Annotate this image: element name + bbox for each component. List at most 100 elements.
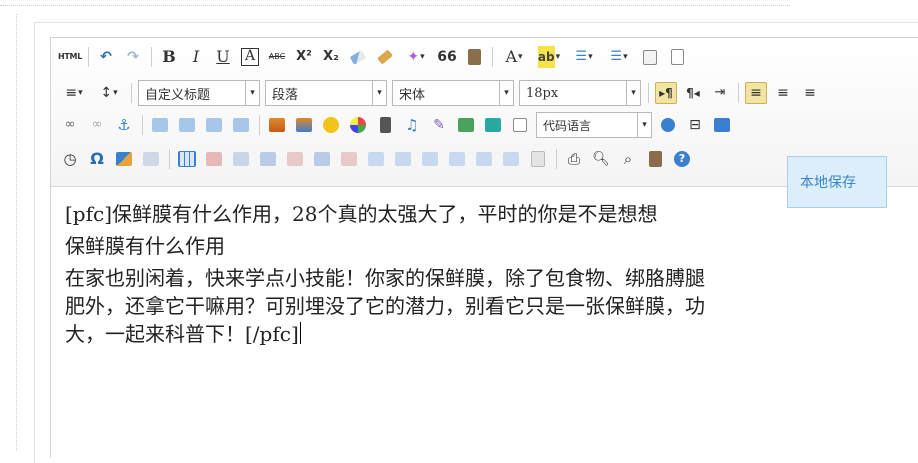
delete-table-icon[interactable]	[203, 148, 225, 170]
charts-icon[interactable]	[527, 148, 549, 170]
insert-image-icon[interactable]	[266, 114, 288, 136]
italic-button[interactable]: I	[185, 46, 207, 68]
editor-content-area[interactable]: [pfc]保鲜膜有什么作用，28个真的太强大了，平时的你是不是想想 保鲜膜有什么…	[65, 200, 918, 348]
select-all-icon[interactable]	[639, 46, 661, 68]
eraser-icon[interactable]	[347, 46, 369, 68]
redo-icon[interactable]: ↷	[122, 46, 144, 68]
blockquote-button[interactable]: 66	[436, 46, 458, 68]
chevron-down-icon: ▾	[626, 81, 640, 105]
align-right-icon[interactable]: ≡	[799, 82, 821, 104]
image-center-icon[interactable]	[230, 114, 252, 136]
template-icon[interactable]	[711, 114, 733, 136]
multi-image-icon[interactable]	[293, 114, 315, 136]
draft-icon[interactable]	[644, 148, 666, 170]
split-cells-icon[interactable]	[446, 148, 468, 170]
toolbar-separator	[738, 83, 739, 103]
local-save-tip[interactable]: 本地保存	[787, 156, 887, 208]
align-center-icon[interactable]: ≡	[772, 82, 794, 104]
autotypeset-icon[interactable]: ✦	[401, 46, 431, 68]
clock-icon[interactable]: ◷	[59, 148, 81, 170]
rich-text-editor: HTML ↶ ↷ B I U A ABC X² X₂ ✦ 66 A ab ☰ ☰	[50, 37, 918, 458]
subscript-button[interactable]: X₂	[320, 46, 342, 68]
music-icon[interactable]: ♫	[401, 114, 423, 136]
font-family-select[interactable]: 宋体 ▾	[392, 80, 514, 106]
paragraph-value: 段落	[272, 87, 299, 103]
special-char-button[interactable]: Ω	[86, 148, 108, 170]
merge-cells-icon[interactable]	[365, 148, 387, 170]
insert-row-icon[interactable]	[257, 148, 279, 170]
merge-right-icon[interactable]	[392, 148, 414, 170]
forecolor-button[interactable]: A	[499, 46, 529, 68]
font-size-select[interactable]: 18px ▾	[519, 80, 641, 106]
paste-plain-icon[interactable]	[463, 46, 485, 68]
clear-doc-icon[interactable]	[666, 46, 688, 68]
forecolor-label: A	[505, 47, 518, 66]
text-caret	[299, 322, 301, 344]
code-language-select[interactable]: 代码语言 ▾	[536, 112, 652, 138]
toolbar-row-1: HTML ↶ ↷ B I U A ABC X² X₂ ✦ 66 A ab ☰ ☰	[58, 42, 693, 72]
split-cols-icon[interactable]	[500, 148, 522, 170]
source-html-label: HTML	[58, 52, 83, 61]
print-icon[interactable]: ⎙	[563, 148, 585, 170]
unlink-icon[interactable]: ∞	[86, 114, 108, 136]
superscript-button[interactable]: X²	[293, 46, 315, 68]
link-icon[interactable]: ∞	[59, 114, 81, 136]
emotion-icon[interactable]	[320, 114, 342, 136]
wordimage-icon[interactable]	[113, 148, 135, 170]
toolbar-row-4: ◷ Ω ⎙ 🔍︎ ⌕ ?	[59, 144, 698, 174]
custom-title-select[interactable]: 自定义标题 ▾	[138, 80, 260, 106]
line-height-icon[interactable]: ↕	[94, 82, 124, 104]
page-break-icon[interactable]: ⊟	[684, 114, 706, 136]
image-left-icon[interactable]	[176, 114, 198, 136]
ordered-list-icon[interactable]: ☰	[569, 46, 599, 68]
font-border-button[interactable]: A	[239, 46, 261, 68]
row-spacing-top-icon[interactable]: ≡	[59, 82, 89, 104]
content-line-4: 肥外，还拿它干嘛用？可别埋没了它的潜力，别看它只是一张保鲜膜，功	[65, 294, 705, 318]
content-line-2: 保鲜膜有什么作用	[65, 234, 225, 258]
backcolor-button[interactable]: ab	[534, 46, 564, 68]
toolbar-separator	[88, 47, 89, 67]
insert-frame-icon[interactable]	[509, 114, 531, 136]
anchor-icon[interactable]: ⚓	[113, 114, 135, 136]
chevron-down-icon: ▾	[637, 113, 651, 137]
direction-ltr-icon[interactable]: ▸¶	[655, 82, 677, 104]
split-rows-icon[interactable]	[473, 148, 495, 170]
preview-icon[interactable]: 🔍︎	[590, 148, 612, 170]
delete-col-icon[interactable]	[338, 148, 360, 170]
webapp-icon[interactable]	[657, 114, 679, 136]
merge-down-icon[interactable]	[419, 148, 441, 170]
indent-icon[interactable]: ⇥	[709, 82, 731, 104]
image-none-icon[interactable]	[149, 114, 171, 136]
attachment-icon[interactable]: ✎	[428, 114, 450, 136]
font-size-value: 18px	[526, 85, 559, 101]
toolbar-separator	[492, 47, 493, 67]
insert-table-icon[interactable]	[176, 148, 198, 170]
search-replace-icon[interactable]: ⌕	[617, 148, 639, 170]
paragraph-select[interactable]: 段落 ▾	[265, 80, 387, 106]
help-icon[interactable]: ?	[671, 148, 693, 170]
delete-row-icon[interactable]	[284, 148, 306, 170]
format-brush-icon[interactable]	[374, 46, 396, 68]
align-left-icon[interactable]: ≡	[745, 82, 767, 104]
background-icon[interactable]	[140, 148, 162, 170]
scrawl-icon[interactable]	[347, 114, 369, 136]
toolbar-separator	[648, 83, 649, 103]
map-icon[interactable]	[455, 114, 477, 136]
backcolor-label: ab	[537, 46, 555, 68]
insert-video-icon[interactable]	[374, 114, 396, 136]
strikethrough-button[interactable]: ABC	[266, 46, 288, 68]
bold-button[interactable]: B	[158, 46, 180, 68]
content-line-5: 大，一起来科普下！[/pfc]	[65, 320, 918, 348]
image-right-icon[interactable]	[203, 114, 225, 136]
direction-rtl-icon[interactable]: ¶◂	[682, 82, 704, 104]
font-family-value: 宋体	[399, 87, 426, 103]
toolbar-separator	[259, 115, 260, 135]
unordered-list-icon[interactable]: ☰	[604, 46, 634, 68]
chevron-down-icon: ▾	[245, 81, 259, 105]
undo-icon[interactable]: ↶	[95, 46, 117, 68]
gmap-icon[interactable]	[482, 114, 504, 136]
insert-col-icon[interactable]	[311, 148, 333, 170]
caption-icon[interactable]	[230, 148, 252, 170]
source-html-button[interactable]: HTML	[58, 46, 83, 68]
underline-button[interactable]: U	[212, 46, 234, 68]
